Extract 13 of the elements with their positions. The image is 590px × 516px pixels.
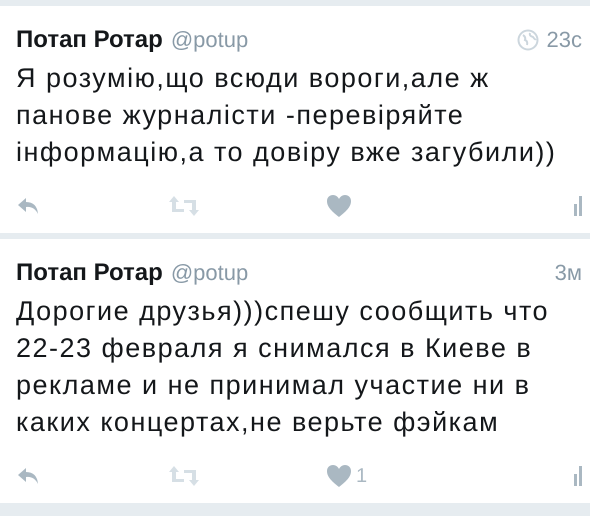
author-name[interactable]: Потап Ротар (16, 261, 163, 285)
tweet-time: 23с (546, 29, 582, 51)
heart-icon[interactable] (326, 464, 352, 488)
heart-icon[interactable] (326, 194, 352, 218)
author-name[interactable]: Потап Ротар (16, 28, 163, 52)
tweet-time: 3м (554, 262, 582, 284)
analytics-icon[interactable] (574, 196, 582, 216)
retweet-icon[interactable] (168, 195, 200, 217)
tweet-text: Я розумію,що всюди вороги,але ж панове журналісти -перевіряйте інформацію,а то довіру вже загубили)) (16, 62, 558, 169)
analytics-icon[interactable] (574, 466, 582, 486)
like-count: 1 (356, 464, 368, 489)
tweet-text: Дорогие друзья)))спешу сообщить что 22-23 февраля я снимался в Киеве в рекламе и не принимал участие ни в каких концертах,не верьте фэйкам (16, 295, 550, 439)
retweet-icon[interactable] (168, 465, 200, 487)
